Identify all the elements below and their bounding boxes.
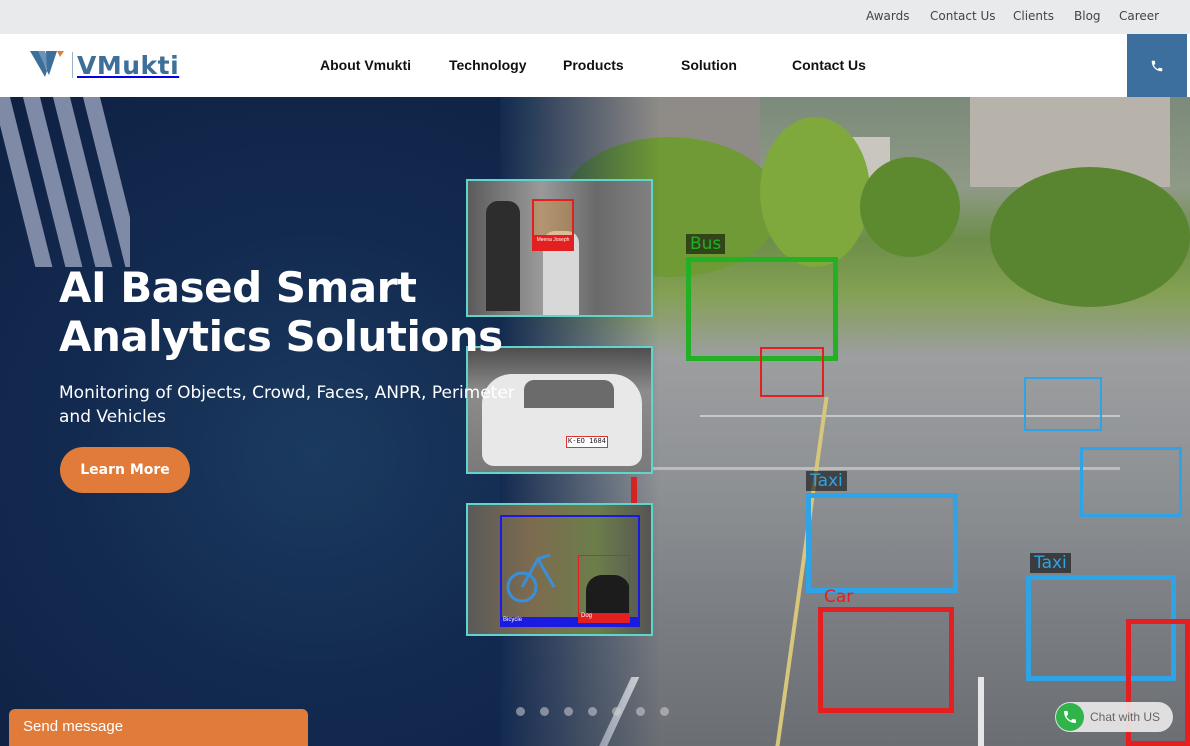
tree xyxy=(990,167,1190,307)
topbar-link-blog[interactable]: Blog xyxy=(1074,9,1101,23)
logo-separator xyxy=(72,52,73,78)
detection-label: Taxi xyxy=(806,471,847,491)
phone-icon xyxy=(1151,60,1163,71)
learn-more-button[interactable]: Learn More xyxy=(60,447,190,493)
main-navbar: VMukti About Vmukti Technology Products … xyxy=(0,34,1190,97)
detection-box-car xyxy=(818,607,954,713)
tree xyxy=(760,117,870,267)
object-detection-thumbnail: Bicycle Dog xyxy=(466,503,653,636)
detection-box-taxi xyxy=(1024,377,1102,431)
license-plate: K-EO 1684 xyxy=(566,436,608,448)
slide-dot-6[interactable] xyxy=(636,707,645,716)
slide-dot-7[interactable] xyxy=(660,707,669,716)
hero-title-line2: Analytics Solutions xyxy=(59,312,503,361)
hero-subtitle: Monitoring of Objects, Crowd, Faces, ANP… xyxy=(59,383,515,427)
nav-products[interactable]: Products xyxy=(563,57,624,73)
hero-title-line1: AI Based Smart xyxy=(59,263,417,312)
detection-label: Bus xyxy=(686,234,726,254)
topbar-link-career[interactable]: Career xyxy=(1119,9,1159,23)
logo[interactable]: VMukti xyxy=(30,49,179,81)
hero-title: AI Based Smart Analytics Solutions xyxy=(59,263,503,361)
slide-dot-4[interactable] xyxy=(588,707,597,716)
lane-marking xyxy=(978,677,984,746)
lane-marking xyxy=(650,467,1120,470)
topbar-link-awards[interactable]: Awards xyxy=(866,9,909,23)
detection-box-taxi xyxy=(806,493,958,593)
slide-dot-3[interactable] xyxy=(564,707,573,716)
send-message-widget[interactable]: Send message xyxy=(9,709,308,746)
nav-technology[interactable]: Technology xyxy=(449,57,527,73)
slide-dot-2[interactable] xyxy=(540,707,549,716)
topbar-link-clients[interactable]: Clients xyxy=(1013,9,1054,23)
vmukti-logo-icon xyxy=(30,51,64,77)
top-utility-bar: Awards Contact Us Clients Blog Career xyxy=(0,0,1190,34)
slide-dot-5[interactable] xyxy=(612,707,621,716)
brand-name: VMukti xyxy=(77,50,180,80)
whatsapp-chat-button[interactable]: Chat with US xyxy=(1055,702,1173,732)
topbar-link-contact-us[interactable]: Contact Us xyxy=(930,9,996,23)
detection-box-taxi xyxy=(1080,447,1182,517)
nav-about-vmukti[interactable]: About Vmukti xyxy=(320,57,411,73)
nav-solution[interactable]: Solution xyxy=(681,57,737,73)
face-label: Meena Joseph xyxy=(532,235,574,251)
detection-box-car xyxy=(760,347,824,397)
chat-label: Chat with US xyxy=(1090,710,1161,724)
detection-label: Taxi xyxy=(1030,553,1071,573)
nav-contact-us[interactable]: Contact Us xyxy=(792,57,866,73)
detection-label: Car xyxy=(824,587,854,607)
whatsapp-icon xyxy=(1056,703,1084,731)
bicycle-icon xyxy=(506,553,556,603)
decorative-stripes xyxy=(0,97,130,267)
car-window xyxy=(524,380,614,408)
slider-pagination xyxy=(516,707,669,716)
tree xyxy=(860,157,960,257)
send-message-label: Send message xyxy=(23,718,124,735)
dog-label: Dog xyxy=(578,613,630,623)
phone-button[interactable] xyxy=(1127,34,1187,97)
detection-box-bus xyxy=(686,257,838,361)
hero-slider: Bus Taxi Car Taxi Meena Joseph K-EO 1684… xyxy=(0,97,1190,746)
slide-dot-1[interactable] xyxy=(516,707,525,716)
